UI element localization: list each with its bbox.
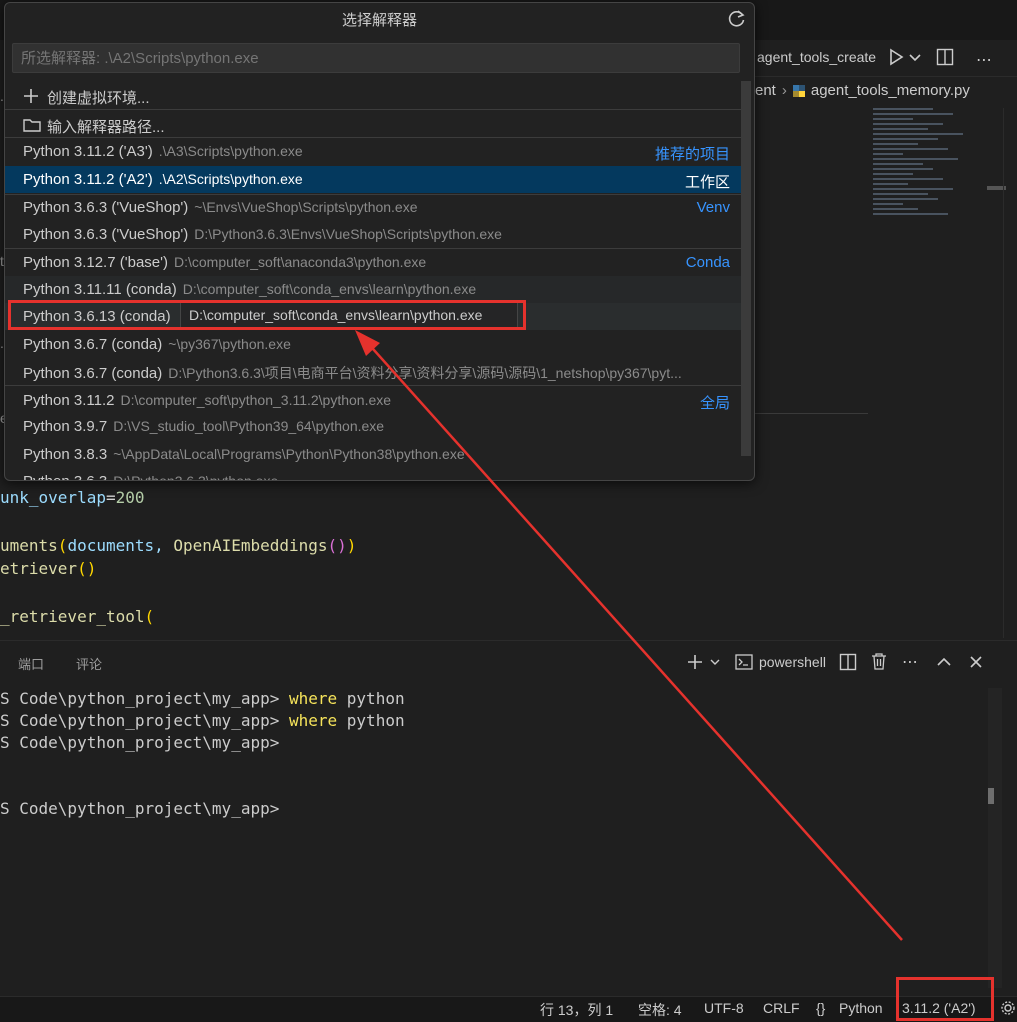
chevron-down-icon[interactable] <box>908 47 922 67</box>
interpreter-quick-pick: 选择解释器 创建虚拟环境... 输入解释器路径... Python 3.11.2… <box>4 2 755 481</box>
interpreter-item[interactable]: Python 3.11.2 D:\computer_soft\python_3.1… <box>5 387 742 414</box>
interpreter-item[interactable]: Python 3.9.7 D:\VS_studio_tool\Python39_6… <box>5 413 742 440</box>
interpreter-item[interactable]: Python 3.6.3D:\Python3.6.3\python.exe <box>5 468 742 480</box>
chevron-up-icon[interactable] <box>936 655 952 669</box>
refresh-icon[interactable] <box>727 9 747 29</box>
more-actions-icon[interactable]: ⋯ <box>902 652 918 672</box>
status-line-col[interactable]: 行 13，列 1 <box>540 1000 613 1020</box>
settings-gear-icon[interactable] <box>1000 1000 1016 1016</box>
status-indentation[interactable]: 空格: 4 <box>638 1000 682 1020</box>
status-language-braces[interactable]: {} <box>816 1000 825 1016</box>
split-editor-icon[interactable] <box>936 48 954 66</box>
item-tag: 工作区 <box>684 174 730 191</box>
run-icon[interactable] <box>886 47 906 67</box>
separator <box>5 109 742 110</box>
divider <box>1003 108 1004 638</box>
interpreter-item[interactable]: Python 3.11.2 ('A3') .\A3\Scripts\python.… <box>5 138 742 165</box>
chevron-right-icon: › <box>781 82 787 99</box>
more-actions-icon[interactable]: ⋯ <box>976 50 992 70</box>
shell-label[interactable]: powershell <box>759 654 826 670</box>
close-icon[interactable] <box>969 655 983 669</box>
divider <box>755 413 868 414</box>
chevron-down-icon[interactable] <box>709 656 721 668</box>
terminal-line[interactable]: S Code\python_project\my_app> where pyth… <box>0 689 405 708</box>
breadcrumb-item[interactable]: ent <box>755 82 776 99</box>
terminal-icon <box>735 654 753 670</box>
status-encoding[interactable]: UTF-8 <box>704 1000 744 1016</box>
quick-pick-title: 选择解释器 <box>341 12 417 29</box>
interpreter-item[interactable]: Python 3.6.3 ('VueShop') ~\Envs\VueShop\S… <box>5 194 742 221</box>
code-line[interactable]: uments(documents, OpenAIEmbeddings()) <box>0 536 356 555</box>
interpreter-item[interactable]: Python 3.11.11 (conda) D:\computer_soft\c… <box>5 276 742 303</box>
highlight-box <box>8 300 526 330</box>
minimap[interactable] <box>873 108 983 228</box>
highlight-box <box>896 977 994 1021</box>
plus-icon[interactable] <box>686 653 704 671</box>
code-line[interactable]: _retriever_tool( <box>0 607 154 626</box>
enter-path-action[interactable]: 输入解释器路径... <box>5 111 742 138</box>
create-venv-action[interactable]: 创建虚拟环境... <box>5 82 742 109</box>
item-tag: 全局 <box>699 395 730 412</box>
tab-comments[interactable]: 评论 <box>76 654 102 673</box>
terminal-line[interactable]: S Code\python_project\my_app> where pyth… <box>0 711 405 730</box>
terminal-scrollbar[interactable] <box>988 688 1002 988</box>
trash-icon[interactable] <box>870 652 888 671</box>
editor-tab[interactable]: agent_tools_create <box>757 49 876 65</box>
code-line[interactable]: unk_overlap=200 <box>0 488 145 507</box>
separator <box>5 385 742 386</box>
breadcrumb: ent › agent_tools_memory.py <box>755 82 970 108</box>
quick-pick-scrollbar[interactable] <box>741 81 751 456</box>
status-eol[interactable]: CRLF <box>763 1000 800 1016</box>
terminal-line[interactable]: S Code\python_project\my_app> <box>0 799 279 818</box>
interpreter-item[interactable]: Python 3.6.7 (conda) D:\Python3.6.3\项目\电商… <box>5 358 742 385</box>
item-tag: Conda <box>685 254 730 271</box>
breadcrumb-item[interactable]: agent_tools_memory.py <box>811 82 970 99</box>
plus-icon <box>24 89 38 103</box>
item-tag: 推荐的项目 <box>654 146 730 163</box>
interpreter-item-selected[interactable]: Python 3.11.2 ('A2') .\A2\Scripts\python.… <box>5 166 742 193</box>
item-tag: Venv <box>696 199 730 216</box>
interpreter-item[interactable]: Python 3.8.3 ~\AppData\Local\Programs\Pyt… <box>5 441 742 468</box>
panel-divider <box>0 640 1017 641</box>
terminal-line[interactable]: S Code\python_project\my_app> <box>0 733 279 752</box>
interpreter-item[interactable]: Python 3.12.7 ('base') D:\computer_soft\a… <box>5 249 742 276</box>
python-file-icon <box>792 85 805 98</box>
interpreter-item[interactable]: Python 3.6.3 ('VueShop') D:\Python3.6.3\E… <box>5 221 742 248</box>
split-terminal-icon[interactable] <box>839 653 857 671</box>
code-line[interactable]: etriever() <box>0 559 96 578</box>
interpreter-search-input[interactable] <box>12 43 740 73</box>
tab-ports[interactable]: 端口 <box>18 654 44 673</box>
terminal-scrollbar-thumb[interactable] <box>988 788 994 804</box>
folder-icon <box>23 119 41 132</box>
interpreter-item[interactable]: Python 3.6.7 (conda) ~\py367\python.exe <box>5 331 742 358</box>
status-language[interactable]: Python <box>839 1000 883 1016</box>
